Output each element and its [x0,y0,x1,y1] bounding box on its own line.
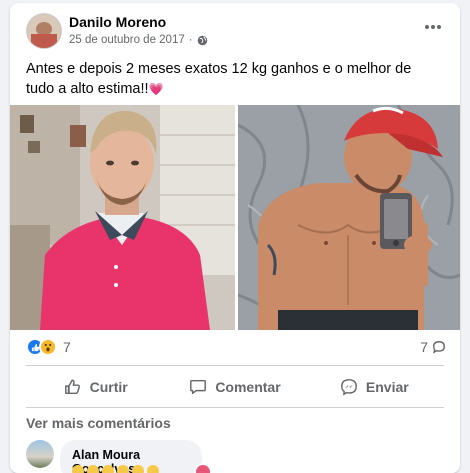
globe-icon [197,35,207,45]
author-avatar[interactable] [26,13,62,49]
comment-heart-reaction-icon[interactable] [194,463,212,473]
like-label: Curtir [89,379,128,395]
emoji-icon [102,465,114,473]
post-stats: 7 7 [10,336,460,362]
post-body: Antes e depois 2 meses exatos 12 kg ganh… [26,61,412,97]
emoji-icon [87,465,99,473]
meta-separator: · [188,34,193,46]
divider-top [26,365,444,366]
more-horizontal-icon [425,25,441,29]
emoji-icon [147,465,159,473]
post-photos [10,105,460,330]
post-text: Antes e depois 2 meses exatos 12 kg ganh… [26,59,436,99]
wow-icon [39,338,57,356]
emoji-icon [117,465,129,473]
thumbs-up-icon [64,379,80,395]
share-label: Enviar [365,379,409,395]
share-button[interactable]: Enviar [305,370,444,404]
comment-bubble-icon [433,341,445,354]
comment-bubble: Alan Moura Goncalves [60,440,202,473]
comment-emojis [72,465,159,473]
emoji-icon [72,465,84,473]
see-more-comments[interactable]: Ver mais comentários [26,415,171,431]
comment-label: Comentar [215,379,281,395]
before-photo[interactable] [10,105,235,330]
more-options-button[interactable] [420,17,446,37]
post-header: Danilo Moreno 25 de outubro de 2017 · [10,3,460,55]
emoji-icon [132,465,144,473]
author-name[interactable]: Danilo Moreno [69,14,166,30]
post-actions: Curtir Comentar Enviar [26,370,444,404]
comment-icon [190,379,207,395]
like-button[interactable]: Curtir [26,370,165,404]
post-meta: 25 de outubro de 2017 · [69,34,208,46]
reaction-count: 7 [63,339,71,355]
heart-emoji: 💗 [148,82,164,96]
messenger-icon [340,379,357,396]
post-date[interactable]: 25 de outubro de 2017 [69,34,185,46]
divider-bottom [26,407,444,408]
comment-button[interactable]: Comentar [165,370,304,404]
after-photo[interactable] [238,105,460,330]
commenter-avatar[interactable] [26,440,54,468]
comment-count: 7 [420,339,428,355]
comment-count-link[interactable]: 7 [420,339,446,355]
reactions-summary[interactable]: 7 [26,338,71,356]
post-card: Danilo Moreno 25 de outubro de 2017 · An… [10,3,460,473]
